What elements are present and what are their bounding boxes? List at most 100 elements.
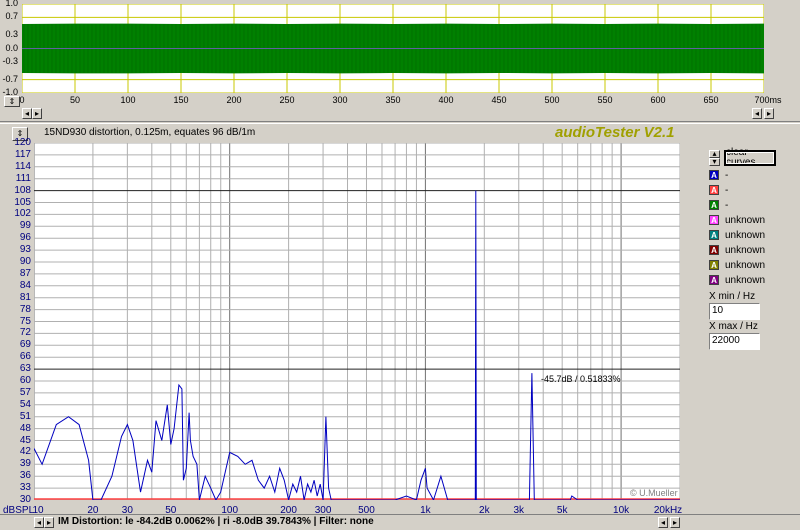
- waveform-x-tick: 350: [385, 95, 401, 105]
- status-zoom-out[interactable]: ◂: [658, 517, 668, 528]
- spectrum-plot: [34, 143, 680, 500]
- legend-item[interactable]: Aunknown: [709, 273, 765, 287]
- spectrum-y-tick: 42: [19, 446, 31, 458]
- spectrum-y-tick: 51: [19, 410, 31, 422]
- waveform-x-tick: 550: [597, 95, 613, 105]
- waveform-x-tick: 50: [69, 95, 81, 105]
- waveform-y-tick: 0.0: [5, 42, 18, 53]
- curve-color-swatch[interactable]: A: [709, 245, 719, 255]
- waveform-x-tick: 450: [491, 95, 507, 105]
- spectrum-y-tick: 57: [19, 386, 31, 398]
- waveform-x-tick: 250: [279, 95, 295, 105]
- spectrum-y-tick: 114: [15, 160, 31, 172]
- waveform-y-tick: 1.0: [5, 0, 18, 8]
- waveform-panel: 1.0 0.7 0.3 0.0 -0.3 -0.7 -1.0 0 50 100 150 200 250…: [0, 0, 800, 119]
- clear-curves-button[interactable]: clear curves: [724, 148, 776, 168]
- spectrum-y-tick: 81: [19, 291, 31, 303]
- spectrum-y-tick: 33: [19, 482, 31, 494]
- curve-color-swatch[interactable]: A: [709, 215, 719, 225]
- legend-item[interactable]: Aunknown: [709, 258, 765, 272]
- spectrum-y-tick: 108: [14, 184, 31, 196]
- waveform-x-tick: 700ms: [754, 95, 782, 105]
- spectrum-y-tick: 45: [19, 434, 31, 446]
- waveform-y-tick: 0.3: [5, 29, 18, 40]
- spectrum-y-tick: 87: [19, 267, 31, 279]
- spectrum-y-tick: 75: [19, 315, 31, 327]
- spectrum-y-tick: 60: [19, 375, 31, 386]
- scroll-right-button[interactable]: ▸: [32, 108, 42, 119]
- legend-item[interactable]: A-: [709, 168, 728, 182]
- status-zoom-in[interactable]: ▸: [670, 517, 680, 528]
- spectrum-y-tick: 66: [19, 351, 31, 363]
- waveform-x-tick: 0: [19, 95, 25, 105]
- curve-color-swatch[interactable]: A: [709, 200, 719, 210]
- legend-label: unknown: [725, 244, 766, 256]
- legend-label: unknown: [725, 214, 766, 226]
- status-bar: ◂ ▸ IM Distortion: le -84.2dB 0.0062% | …: [0, 514, 800, 530]
- xmin-label: X min / Hz: [709, 291, 756, 302]
- status-text: IM Distortion: le -84.2dB 0.0062% | ri -…: [58, 516, 374, 527]
- spectrum-y-tick: 63: [19, 363, 31, 375]
- spectrum-y-tick: 105: [14, 196, 31, 208]
- spectrum-y-tick: 69: [19, 339, 31, 351]
- legend-label: -: [725, 169, 729, 181]
- legend-item[interactable]: Aunknown: [709, 243, 765, 257]
- waveform-x-tick: 500: [544, 95, 560, 105]
- legend-item[interactable]: Aunknown: [709, 213, 765, 227]
- waveform-y-tick: -0.3: [2, 55, 18, 66]
- spectrum-y-tick: 111: [15, 172, 31, 184]
- panel-divider[interactable]: [0, 121, 800, 124]
- waveform-x-tick: 200: [226, 95, 242, 105]
- status-scroll-left[interactable]: ◂: [34, 517, 44, 528]
- legend-item[interactable]: Aunknown: [709, 228, 765, 242]
- vertical-zoom-spinner[interactable]: ⇕: [4, 96, 20, 107]
- sidebar-down-button[interactable]: ▾: [709, 158, 720, 166]
- spectrum-y-tick: 117: [15, 148, 31, 160]
- legend-item[interactable]: A-: [709, 183, 728, 197]
- spectrum-y-tick: 48: [19, 422, 31, 434]
- waveform-x-tick: 300: [332, 95, 348, 105]
- spectrum-y-tick: 99: [19, 220, 31, 232]
- waveform-x-tick: 600: [650, 95, 666, 105]
- spectrum-y-tick: 54: [19, 398, 31, 410]
- xmax-input[interactable]: 22000: [709, 333, 760, 350]
- waveform-y-tick: 0.7: [5, 11, 18, 22]
- curve-color-swatch[interactable]: A: [709, 170, 719, 180]
- curve-color-swatch[interactable]: A: [709, 185, 719, 195]
- curve-color-swatch[interactable]: A: [709, 275, 719, 285]
- zoom-in-button[interactable]: ▸: [764, 108, 774, 119]
- waveform-x-tick: 100: [120, 95, 136, 105]
- spectrum-y-tick: 30: [19, 494, 31, 505]
- app-brand: audioTester V2.1: [555, 124, 675, 141]
- spectrum-y-tick: 90: [19, 256, 31, 267]
- spectrum-y-tick: 96: [19, 232, 31, 244]
- xmax-label: X max / Hz: [709, 321, 758, 332]
- waveform-x-tick: 150: [173, 95, 189, 105]
- xmin-input[interactable]: 10: [709, 303, 760, 320]
- spectrum-y-tick: 72: [19, 327, 31, 339]
- legend-label: -: [725, 184, 729, 196]
- curve-color-swatch[interactable]: A: [709, 260, 719, 270]
- legend-label: unknown: [725, 259, 766, 271]
- annotation-label: -45.7dB / 0.51833%: [541, 374, 621, 384]
- copyright-label: © U.Mueller: [630, 488, 678, 498]
- legend-label: unknown: [725, 229, 766, 241]
- spectrum-y-tick: 39: [19, 458, 31, 470]
- spectrum-y-tick: 93: [19, 244, 31, 256]
- zoom-out-button[interactable]: ◂: [752, 108, 762, 119]
- scroll-left-button[interactable]: ◂: [22, 108, 32, 119]
- spectrum-y-tick: 120: [14, 137, 31, 148]
- status-scroll-right[interactable]: ▸: [44, 517, 54, 528]
- spectrum-y-tick: 78: [19, 303, 31, 315]
- legend-item[interactable]: A-: [709, 198, 728, 212]
- spectrum-y-tick: 102: [14, 208, 31, 220]
- waveform-y-tick: -0.7: [2, 73, 18, 84]
- legend-label: -: [725, 199, 729, 211]
- waveform-x-tick: 400: [438, 95, 454, 105]
- measurement-title: 15ND930 distortion, 0.125m, equates 96 d…: [44, 127, 256, 138]
- waveform-x-tick: 650: [703, 95, 719, 105]
- spectrum-y-tick: 36: [19, 470, 31, 482]
- spectrum-y-tick: 84: [19, 279, 31, 291]
- curve-color-swatch[interactable]: A: [709, 230, 719, 240]
- legend-label: unknown: [725, 274, 766, 286]
